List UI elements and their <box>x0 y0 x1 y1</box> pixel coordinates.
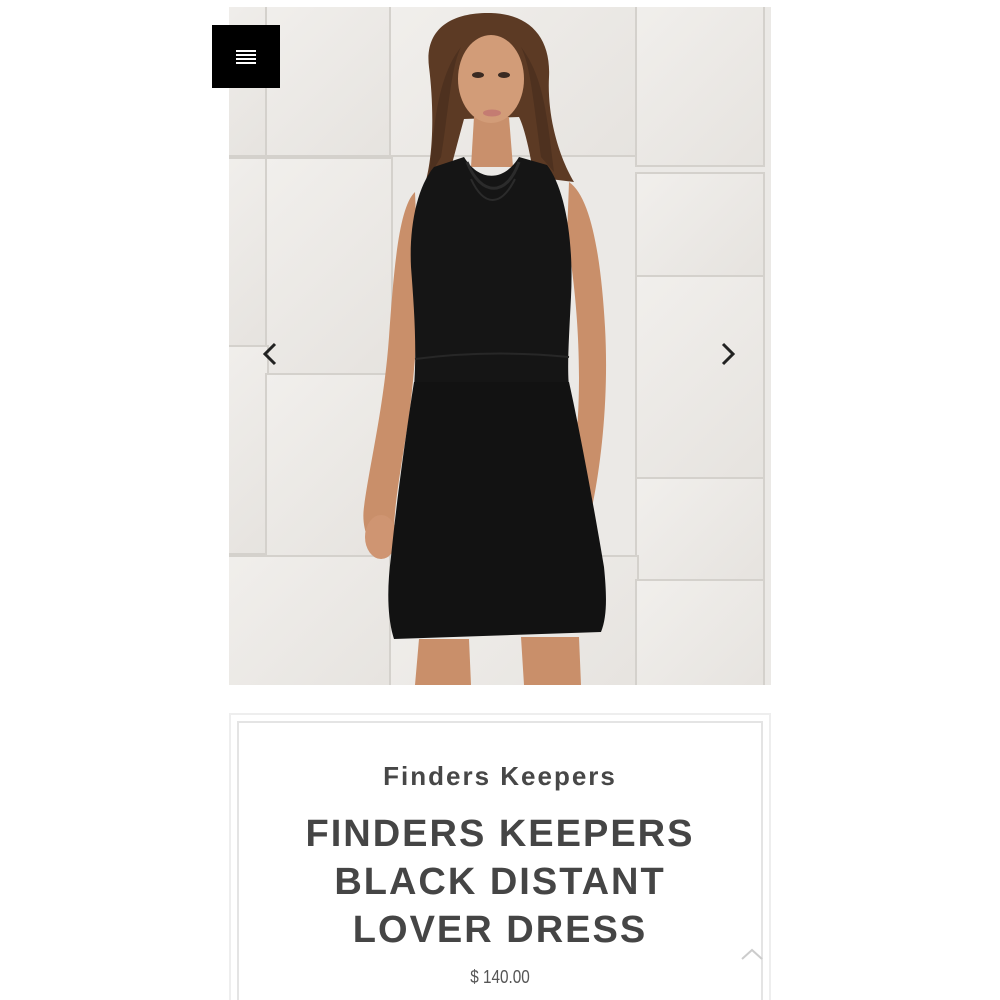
product-brand[interactable]: Finders Keepers <box>239 761 761 792</box>
product-info-inner: Finders Keepers FINDERS KEEPERS BLACK DI… <box>237 721 763 1000</box>
hamburger-menu-icon <box>236 49 256 64</box>
product-image-carousel[interactable] <box>229 7 771 685</box>
product-title: FINDERS KEEPERS BLACK DISTANT LOVER DRES… <box>305 813 695 951</box>
chevron-up-icon <box>741 948 763 960</box>
scroll-to-top-button[interactable] <box>740 945 764 965</box>
product-page: Finders Keepers FINDERS KEEPERS BLACK DI… <box>0 0 1000 1000</box>
chevron-right-icon <box>721 342 735 366</box>
carousel-prev-button[interactable] <box>255 337 285 371</box>
menu-button[interactable] <box>212 25 280 88</box>
product-price: $ 140.00 <box>470 967 530 987</box>
carousel-next-button[interactable] <box>713 337 743 371</box>
chevron-left-icon <box>263 342 277 366</box>
product-info-card: Finders Keepers FINDERS KEEPERS BLACK DI… <box>229 713 771 1000</box>
product-photo <box>363 12 607 685</box>
